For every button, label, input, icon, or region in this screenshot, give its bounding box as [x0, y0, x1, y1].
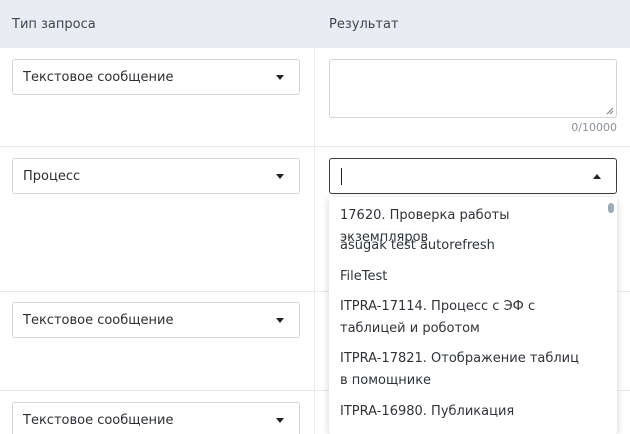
- dropdown-option[interactable]: FileTest: [340, 266, 590, 288]
- request-type-select[interactable]: Процесс: [12, 158, 300, 194]
- request-type-select[interactable]: Текстовое сообщение: [12, 59, 300, 95]
- dropdown-scrollbar[interactable]: [608, 203, 614, 213]
- process-combobox[interactable]: [329, 158, 617, 194]
- text-cursor: [341, 168, 342, 185]
- dropdown-option[interactable]: ITPRA-17114. Процесс с ЭФ с таблицей и р…: [340, 296, 590, 340]
- caret-up-icon[interactable]: [593, 174, 601, 179]
- column-header-request-type: Тип запроса: [12, 17, 96, 32]
- result-textarea[interactable]: [329, 59, 617, 118]
- caret-down-icon: [276, 174, 284, 179]
- caret-down-icon: [276, 75, 284, 80]
- request-type-value: Процесс: [23, 168, 81, 184]
- dropdown-option[interactable]: asugak test autorefresh: [340, 235, 590, 257]
- caret-down-icon: [276, 418, 284, 423]
- dropdown-option[interactable]: ITPRA-16980. Публикация: [340, 401, 590, 423]
- request-type-value: Текстовое сообщение: [23, 312, 174, 328]
- request-type-value: Текстовое сообщение: [23, 69, 174, 85]
- row-divider: [0, 146, 630, 147]
- character-counter: 0/10000: [571, 121, 617, 134]
- request-type-select[interactable]: Текстовое сообщение: [12, 402, 300, 434]
- resize-grip-icon[interactable]: [606, 107, 614, 115]
- request-type-value: Текстовое сообщение: [23, 412, 174, 428]
- caret-down-icon: [276, 318, 284, 323]
- process-dropdown-list[interactable]: 17620. Проверка работы экземпляров asuga…: [329, 197, 617, 434]
- table-header: Тип запроса Результат: [0, 0, 630, 48]
- column-header-result: Результат: [329, 17, 399, 32]
- column-divider: [314, 48, 315, 434]
- dropdown-option[interactable]: ITPRA-17821. Отображение таблиц в помощн…: [340, 348, 590, 392]
- request-type-select[interactable]: Текстовое сообщение: [12, 302, 300, 338]
